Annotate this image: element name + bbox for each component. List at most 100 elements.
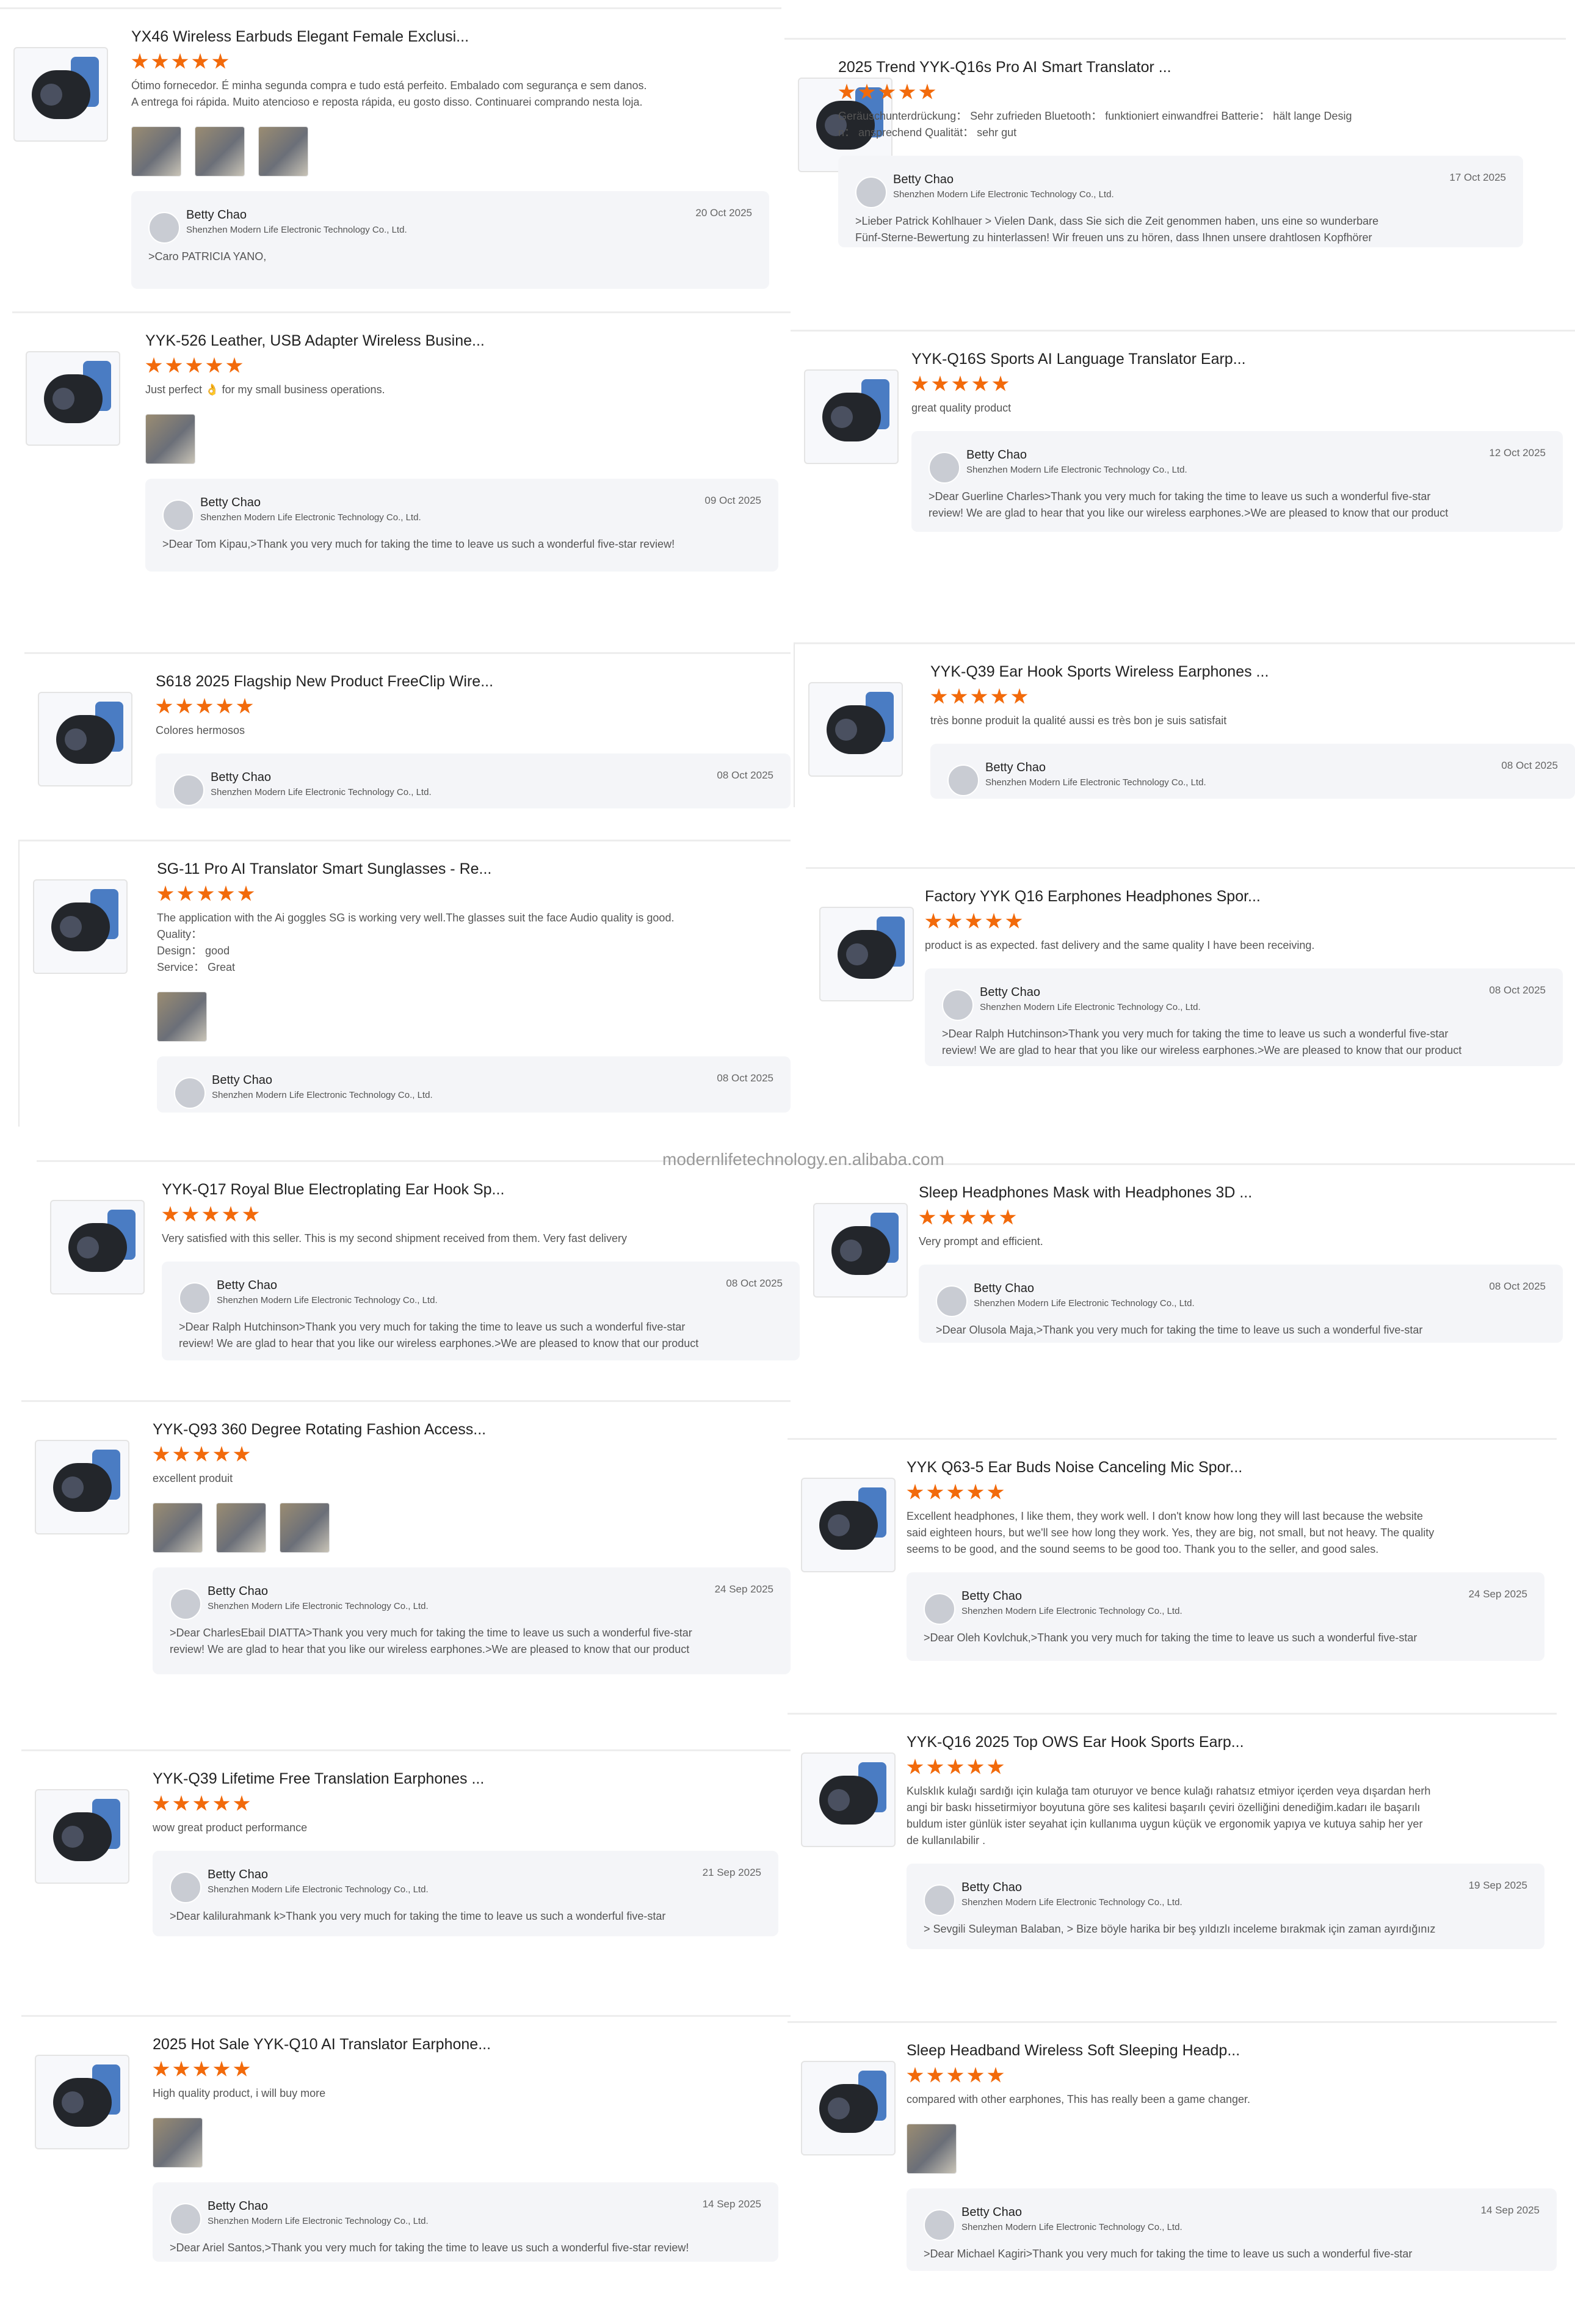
star-icon [991,688,1008,704]
product-thumbnail[interactable] [35,1789,129,1884]
reply-company: Shenzhen Modern Life Electronic Technolo… [217,1295,438,1305]
star-icon [959,1209,976,1225]
star-icon [987,1759,1004,1774]
product-title[interactable]: YYK-Q39 Ear Hook Sports Wireless Earphon… [930,661,1575,682]
star-icon [192,53,209,69]
review-photo[interactable] [195,126,245,176]
review-content: 2025 Hot Sale YYK-Q10 AI Translator Earp… [153,2034,778,2262]
reply-company: Shenzhen Modern Life Electronic Technolo… [211,787,432,797]
review-content: Sleep Headphones Mask with Headphones 3D… [919,1182,1563,1343]
product-title[interactable]: 2025 Trend YYK-Q16s Pro AI Smart Transla… [838,57,1523,78]
review-photo[interactable] [153,1503,203,1553]
review-date: 17 Oct 2025 [1449,172,1506,183]
reply-message: >Dear Michael Kagiri>Thank you very much… [924,2248,1413,2260]
product-title[interactable]: YYK-Q16S Sports AI Language Translator E… [911,349,1563,369]
product-thumbnail[interactable] [808,682,903,777]
avatar [924,1593,955,1625]
product-thumbnail[interactable] [33,879,128,974]
product-thumbnail[interactable] [801,1752,896,1847]
product-title[interactable]: S618 2025 Flagship New Product FreeClip … [156,671,791,692]
star-icon [182,1206,199,1222]
review-photo[interactable] [145,414,195,464]
product-thumbnail[interactable] [801,2061,896,2155]
reply-message: >Caro PATRICIA YANO, [148,250,267,263]
product-title[interactable]: YYK-Q93 360 Degree Rotating Fashion Acce… [153,1419,791,1440]
product-thumbnail[interactable] [38,692,132,786]
review-photo[interactable] [153,2118,203,2168]
review-photo[interactable] [280,1503,330,1553]
product-title[interactable]: Factory YYK Q16 Earphones Headphones Spo… [925,886,1563,907]
seller-reply: Betty Chao Shenzhen Modern Life Electroni… [930,744,1575,799]
reply-author: Betty Chao [208,2199,268,2213]
product-title[interactable]: Sleep Headphones Mask with Headphones 3D… [919,1182,1563,1203]
star-icon [213,1795,230,1811]
star-icon [1005,913,1023,929]
star-icon [965,913,982,929]
product-thumbnail[interactable] [13,47,108,142]
reply-message: >Dear Ariel Santos,>Thank you very much … [170,2242,689,2254]
product-title[interactable]: YYK-Q17 Royal Blue Electroplating Ear Ho… [162,1179,800,1200]
star-icon [197,885,214,901]
star-icon [971,688,988,704]
watermark: modernlifetechnology.en.alibaba.com [662,1150,944,1169]
review-photo[interactable] [907,2124,957,2174]
review-card: Sleep Headphones Mask with Headphones 3D… [800,1163,1575,1346]
reply-company: Shenzhen Modern Life Electronic Technolo… [893,189,1114,200]
reply-author: Betty Chao [208,1585,268,1598]
product-thumbnail[interactable] [50,1200,145,1295]
reply-company: Shenzhen Modern Life Electronic Technolo… [200,512,421,523]
review-photo[interactable] [258,126,308,176]
star-icon [196,698,213,714]
review-text: Very satisfied with this seller. This is… [162,1232,627,1244]
review-content: Sleep Headband Wireless Soft Sleeping He… [907,2040,1557,2271]
review-text: excellent produit [153,1472,233,1484]
reply-message: >Dear Olusola Maja,>Thank you very much … [936,1324,1423,1336]
review-photos [153,1503,791,1553]
star-icon [979,1209,996,1225]
product-thumbnail[interactable] [26,351,120,446]
star-icon [193,2061,210,2077]
star-icon [927,1759,944,1774]
star-icon [919,84,936,100]
review-date: 08 Oct 2025 [726,1277,783,1289]
product-title[interactable]: YYK-Q39 Lifetime Free Translation Earpho… [153,1768,778,1789]
seller-reply: Betty Chao Shenzhen Modern Life Electroni… [131,191,769,289]
seller-reply: Betty Chao Shenzhen Modern Life Electroni… [925,968,1563,1066]
product-title[interactable]: SG-11 Pro AI Translator Smart Sunglasses… [157,859,791,879]
review-date: 19 Sep 2025 [1468,1879,1527,1891]
seller-reply: Betty Chao Shenzhen Modern Life Electroni… [911,431,1563,532]
star-icon [907,1484,924,1500]
reply-company: Shenzhen Modern Life Electronic Technolo… [961,2222,1182,2232]
product-thumbnail[interactable] [801,1478,896,1572]
review-photo[interactable] [216,1503,266,1553]
star-icon [173,1795,190,1811]
product-title[interactable]: YYK-Q16 2025 Top OWS Ear Hook Sports Ear… [907,1732,1544,1752]
review-text: wow great product performance [153,1821,308,1834]
star-icon [899,84,916,100]
reply-message: >Lieber Patrick Kohlhauer > Vielen Dank,… [855,215,1379,244]
product-title[interactable]: 2025 Hot Sale YYK-Q10 AI Translator Earp… [153,2034,778,2055]
reply-author: Betty Chao [974,1282,1034,1295]
product-thumbnail[interactable] [813,1203,908,1298]
review-card: YYK-Q39 Ear Hook Sports Wireless Earphon… [794,642,1575,807]
product-title[interactable]: YX46 Wireless Earbuds Elegant Female Exc… [131,26,769,47]
product-thumbnail[interactable] [35,2055,129,2149]
product-title[interactable]: YYK Q63-5 Ear Buds Noise Canceling Mic S… [907,1457,1544,1478]
product-title[interactable]: YYK-526 Leather, USB Adapter Wireless Bu… [145,330,778,351]
product-thumbnail[interactable] [804,369,899,464]
star-rating [907,1484,1544,1502]
star-icon [213,1446,230,1462]
product-thumbnail[interactable] [819,907,914,1001]
star-rating [919,1209,1563,1227]
star-icon [930,688,947,704]
star-icon [145,357,162,373]
avatar [936,1285,968,1317]
review-content: YX46 Wireless Earbuds Elegant Female Exc… [131,26,769,289]
product-thumbnail[interactable] [35,1440,129,1534]
star-icon [153,1446,170,1462]
review-photo[interactable] [157,992,207,1042]
product-title[interactable]: Sleep Headband Wireless Soft Sleeping He… [907,2040,1557,2061]
seller-reply: Betty Chao Shenzhen Modern Life Electroni… [907,1864,1544,1949]
review-photo[interactable] [131,126,181,176]
star-icon [838,84,855,100]
